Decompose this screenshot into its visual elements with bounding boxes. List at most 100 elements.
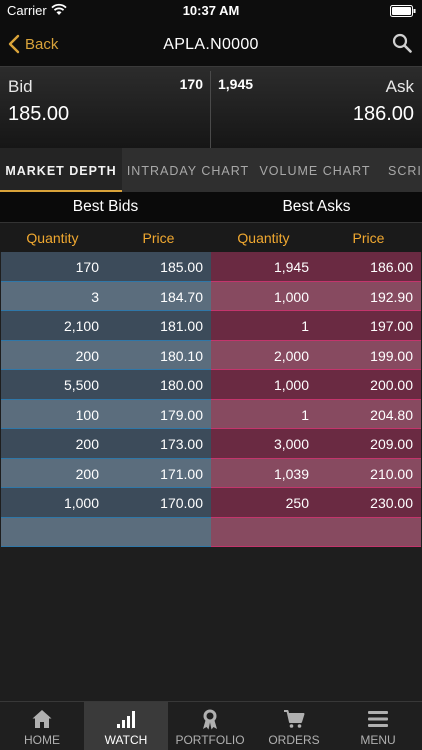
order-book-column-headers: Quantity Price Quantity Price	[0, 222, 422, 252]
navigation-bar: Back APLA.N0000	[0, 22, 422, 66]
ask-cell-group: 1,000 200.00	[211, 370, 421, 400]
table-row[interactable]: 5,500 180.00 1,000 200.00	[1, 370, 421, 400]
ask-cell-group: 2,000 199.00	[211, 340, 421, 370]
bid-quantity: 200	[75, 465, 99, 482]
ask-price: 199.00	[370, 347, 413, 364]
table-row[interactable]: 100 179.00 1 204.80	[1, 399, 421, 429]
ask-price: 192.90	[370, 288, 413, 305]
best-asks-title: Best Asks	[282, 198, 351, 215]
bid-cell-group: 200 180.10	[1, 340, 211, 370]
table-row[interactable]: 1,000 170.00 250 230.00	[1, 488, 421, 518]
ask-size: 1,945	[218, 76, 254, 92]
order-book-header: Best Bids Best Asks	[0, 192, 422, 222]
bid-quantity: 5,500	[63, 377, 99, 393]
bid-cell-group: 1,000 170.00	[1, 488, 211, 518]
table-row[interactable]: 200 171.00 1,039 210.00	[1, 458, 421, 488]
bid-cell-group: 2,100 181.00	[1, 311, 211, 341]
tab-scrip[interactable]: SCRIP	[376, 148, 422, 192]
tabbar-label: PORTFOLIO	[175, 733, 245, 747]
table-row[interactable]: 200 180.10 2,000 199.00	[1, 340, 421, 370]
bid-size: 170	[179, 76, 203, 92]
bid-cell-group: 200 171.00	[1, 458, 211, 488]
bid-cell-group	[1, 517, 211, 547]
tabbar-item-orders[interactable]: ORDERS	[252, 702, 336, 750]
page-title: APLA.N0000	[163, 36, 259, 53]
tabbar-item-home[interactable]: HOME	[0, 702, 84, 750]
bottom-tab-bar: HOME WATCH PORTFOLIO ORDERS MENU	[0, 701, 422, 750]
ask-quantity-header: Quantity	[237, 230, 290, 246]
ask-quantity: 1,000	[273, 288, 309, 305]
status-bar: Carrier 10:37 AM	[0, 0, 422, 22]
tabbar-label: WATCH	[104, 733, 148, 747]
tab-market-depth[interactable]: MARKET DEPTH	[0, 148, 122, 192]
bid-price: 184.70	[160, 288, 203, 305]
bid-quantity: 200	[75, 347, 99, 364]
ask-quantity: 250	[285, 495, 309, 511]
tabbar-item-menu[interactable]: MENU	[336, 702, 422, 750]
ask-quantity: 1,000	[273, 377, 309, 393]
ask-quantity: 1,039	[273, 465, 309, 482]
bid-price: 171.00	[160, 465, 203, 482]
ask-price: 204.80	[370, 406, 413, 423]
bid-quantity: 3	[91, 288, 99, 305]
table-row[interactable]: 170 185.00 1,945 186.00	[1, 252, 421, 282]
ask-cell-group: 1 204.80	[211, 399, 421, 429]
ask-price: 197.00	[370, 318, 413, 334]
bid-cell-group: 170 185.00	[1, 252, 211, 282]
ask-price: 210.00	[370, 465, 413, 482]
quote-panel: Bid 170 185.00 1,945 Ask 186.00	[0, 66, 422, 149]
table-row[interactable]: 3 184.70 1,000 192.90	[1, 281, 421, 311]
table-row[interactable]	[1, 517, 421, 547]
search-icon[interactable]	[392, 33, 412, 53]
best-bids-title: Best Bids	[72, 198, 139, 215]
bid-price: 179.00	[160, 406, 203, 423]
wifi-icon	[51, 3, 67, 15]
tabbar-label: MENU	[360, 733, 396, 747]
home-icon	[32, 710, 52, 728]
bid-cell-group: 3 184.70	[1, 281, 211, 311]
ask-quantity: 3,000	[273, 436, 309, 452]
back-label: Back	[25, 35, 59, 53]
ask-cell-group: 3,000 209.00	[211, 429, 421, 459]
ask-quantity: 1,945	[273, 259, 309, 275]
bid-price: 173.00	[160, 436, 203, 452]
tabbar-item-watch[interactable]: WATCH	[84, 702, 168, 750]
bid-price: 181.00	[160, 318, 203, 334]
ask-quantity: 1	[301, 406, 309, 423]
bid-quantity-header: Quantity	[26, 230, 79, 246]
hamburger-menu-icon	[368, 711, 388, 727]
ask-label: Ask	[385, 77, 414, 96]
tab-intraday-chart[interactable]: INTRADAY CHART	[122, 148, 254, 192]
back-button[interactable]: Back	[8, 32, 58, 56]
bid-label: Bid	[8, 77, 33, 96]
ask-price: 209.00	[370, 436, 413, 452]
bid-cell-group: 5,500 180.00	[1, 370, 211, 400]
bid-price: 185.00	[8, 103, 70, 125]
tabbar-item-portfolio[interactable]: PORTFOLIO	[168, 702, 252, 750]
bid-price-header: Price	[142, 230, 175, 246]
bid-price: 170.00	[160, 495, 203, 511]
ask-cell-group: 1,945 186.00	[211, 252, 421, 282]
bid-price: 180.00	[160, 377, 203, 393]
bid-cell-group: 200 173.00	[1, 429, 211, 459]
battery-icon	[390, 5, 416, 17]
bar-chart-icon	[117, 711, 135, 728]
cart-icon	[284, 710, 305, 728]
ask-cell-group: 1,039 210.00	[211, 458, 421, 488]
bid-quantity: 170	[75, 259, 99, 275]
bid-cell-group: 100 179.00	[1, 399, 211, 429]
award-ribbon-icon	[203, 709, 217, 730]
tab-volume-chart[interactable]: VOLUME CHART	[254, 148, 376, 192]
table-row[interactable]: 2,100 181.00 1 197.00	[1, 311, 421, 341]
ask-price: 186.00	[370, 259, 413, 275]
ask-cell-group	[211, 517, 421, 547]
table-row[interactable]: 200 173.00 3,000 209.00	[1, 429, 421, 459]
ask-cell-group: 250 230.00	[211, 488, 421, 518]
bid-quantity: 100	[75, 406, 99, 423]
tabbar-label: ORDERS	[268, 733, 320, 747]
ask-cell-group: 1,000 192.90	[211, 281, 421, 311]
ask-price: 186.00	[352, 103, 414, 125]
ask-quantity: 2,000	[273, 347, 309, 364]
order-book-table: 170 185.00 1,945 186.00 3 184.70 1,000 1…	[1, 252, 421, 547]
bid-quantity: 1,000	[63, 495, 99, 511]
